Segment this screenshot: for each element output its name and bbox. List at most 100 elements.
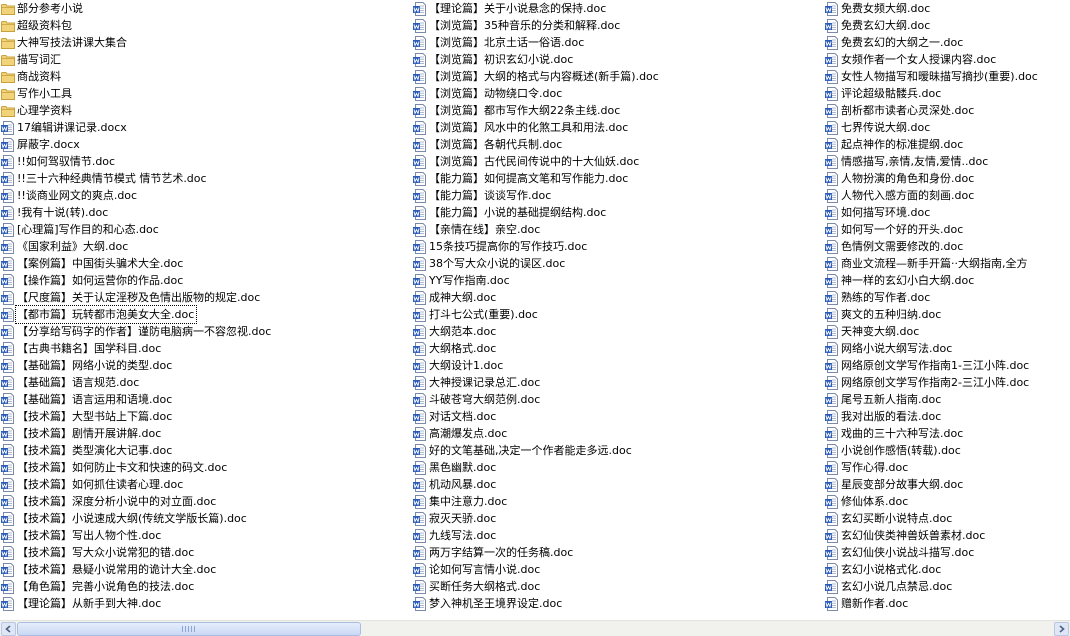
file-item[interactable]: 大纲范本.doc (412, 323, 661, 340)
folder-item[interactable]: 商战资料 (0, 68, 273, 85)
file-item[interactable]: 【浏览篇】都市写作大纲22条主线.doc (412, 102, 661, 119)
file-item[interactable]: 【技术篇】如何抓住读者心理.doc (0, 476, 273, 493)
file-item[interactable]: 评论超级骷髅兵.doc (824, 85, 1040, 102)
file-item[interactable]: 天神变大纲.doc (824, 323, 1040, 340)
file-item[interactable]: 大纲设计1.doc (412, 357, 661, 374)
file-item[interactable]: 【浏览篇】初识玄幻小说.doc (412, 51, 661, 68)
file-item[interactable]: 起点神作的标准提纲.doc (824, 136, 1040, 153)
file-item[interactable]: 寂灭天骄.doc (412, 510, 661, 527)
file-item[interactable]: 神一样的玄幻小白大纲.doc (824, 272, 1040, 289)
file-item[interactable]: 【亲情在线】亲空.doc (412, 221, 661, 238)
file-item[interactable]: 【基础篇】语言运用和语境.doc (0, 391, 273, 408)
file-item[interactable]: 买断任务大纲格式.doc (412, 578, 661, 595)
file-item[interactable]: 人物代入感方面的刻画.doc (824, 187, 1040, 204)
file-item[interactable]: 网络小说大纲写法.doc (824, 340, 1040, 357)
file-item[interactable]: 免费玄幻大纲.doc (824, 17, 1040, 34)
file-item[interactable]: 【技术篇】深度分析小说中的对立面.doc (0, 493, 273, 510)
file-item[interactable]: 免费女频大纲.doc (824, 0, 1040, 17)
file-item[interactable]: 写作心得.doc (824, 459, 1040, 476)
file-item[interactable]: [心理篇]写作目的和心态.doc (0, 221, 273, 238)
file-item[interactable]: 人物扮演的角色和身份.doc (824, 170, 1040, 187)
file-item[interactable]: 我对出版的看法.doc (824, 408, 1040, 425)
file-item[interactable]: 【技术篇】大型书站上下篇.doc (0, 408, 273, 425)
file-item[interactable]: 小说创作感悟(转载).doc (824, 442, 1040, 459)
file-item[interactable]: 星辰变部分故事大纲.doc (824, 476, 1040, 493)
file-item[interactable]: 【技术篇】写大众小说常犯的错.doc (0, 544, 273, 561)
scroll-right-button[interactable] (1054, 622, 1069, 636)
file-item[interactable]: 大纲格式.doc (412, 340, 661, 357)
file-item[interactable]: 【技术篇】如何防止卡文和快速的码文.doc (0, 459, 273, 476)
file-item[interactable]: 对话文档.doc (412, 408, 661, 425)
file-item[interactable]: !!如何驾驭情节.doc (0, 153, 273, 170)
file-item[interactable]: 【能力篇】谈谈写作.doc (412, 187, 661, 204)
folder-item[interactable]: 描写词汇 (0, 51, 273, 68)
file-item[interactable]: 《国家利益》大纲.doc (0, 238, 273, 255)
file-item[interactable]: 梦入神机圣王境界设定.doc (412, 595, 661, 612)
file-item[interactable]: 两万字结算一次的任务稿.doc (412, 544, 661, 561)
file-item[interactable]: 赠新作者.doc (824, 595, 1040, 612)
file-item[interactable]: !我有十说(转).doc (0, 204, 273, 221)
file-item[interactable]: 情感描写,亲情,友情,爱情..doc (824, 153, 1040, 170)
file-item[interactable]: 【能力篇】如何提高文笔和写作能力.doc (412, 170, 661, 187)
file-item[interactable]: 【理论篇】关于小说悬念的保持.doc (412, 0, 661, 17)
file-item[interactable]: 玄幻买断小说特点.doc (824, 510, 1040, 527)
file-item[interactable]: 修仙体系.doc (824, 493, 1040, 510)
file-item[interactable]: YY写作指南.doc (412, 272, 661, 289)
file-item[interactable]: 如何写一个好的开头.doc (824, 221, 1040, 238)
file-item[interactable]: 黑色幽默.doc (412, 459, 661, 476)
file-item[interactable]: 打斗七公式(重要).doc (412, 306, 661, 323)
file-item[interactable]: 【分享给写码字的作者】谨防电脑病一不容忽视.doc (0, 323, 273, 340)
file-item[interactable]: 集中注意力.doc (412, 493, 661, 510)
file-item[interactable]: 【浏览篇】古代民间传说中的十大仙妖.doc (412, 153, 661, 170)
file-item[interactable]: 【能力篇】小说的基础提纲结构.doc (412, 204, 661, 221)
file-item[interactable]: 大神授课记录总汇.doc (412, 374, 661, 391)
file-item[interactable]: !!谈商业网文的爽点.doc (0, 187, 273, 204)
folder-item[interactable]: 超级资料包 (0, 17, 273, 34)
file-item[interactable]: 玄幻仙侠小说战斗描写.doc (824, 544, 1040, 561)
file-item[interactable]: 玄幻仙侠类神兽妖兽素材.doc (824, 527, 1040, 544)
file-item[interactable]: 【案例篇】中国街头骗术大全.doc (0, 255, 273, 272)
file-item[interactable]: 如何描写环境.doc (824, 204, 1040, 221)
file-item[interactable]: 网络原创文学写作指南2-三江小阵.doc (824, 374, 1040, 391)
file-item[interactable]: 斗破苍穹大纲范例.doc (412, 391, 661, 408)
file-item[interactable]: 玄幻小说几点禁忌.doc (824, 578, 1040, 595)
file-item[interactable]: 【浏览篇】35种音乐的分类和解释.doc (412, 17, 661, 34)
file-item[interactable]: 【古典书籍名】国学科目.doc (0, 340, 273, 357)
file-item[interactable]: 女性人物描写和暧昧描写摘抄(重要).doc (824, 68, 1040, 85)
file-item[interactable]: 【都市篇】玩转都市泡美女大全.doc (0, 305, 273, 324)
file-item[interactable]: 女频作者一个女人授课内容.doc (824, 51, 1040, 68)
file-item[interactable]: 【尺度篇】关于认定淫秽及色情出版物的规定.doc (0, 289, 273, 306)
file-item[interactable]: !!三十六种经典情节模式 情节艺术.doc (0, 170, 273, 187)
file-item[interactable]: 【操作篇】如何运营你的作品.doc (0, 272, 273, 289)
file-item[interactable]: 尾号五新人指南.doc (824, 391, 1040, 408)
file-item[interactable]: 【技术篇】小说速成大纲(传统文学版长篇).doc (0, 510, 273, 527)
file-item[interactable]: 屏蔽字.docx (0, 136, 273, 153)
file-item[interactable]: 【浏览篇】风水中的化煞工具和用法.doc (412, 119, 661, 136)
file-item[interactable]: 【技术篇】剧情开展讲解.doc (0, 425, 273, 442)
file-item[interactable]: 【基础篇】网络小说的类型.doc (0, 357, 273, 374)
file-item[interactable]: 【浏览篇】动物绕口令.doc (412, 85, 661, 102)
folder-item[interactable]: 部分参考小说 (0, 0, 273, 17)
file-item[interactable]: 熟练的写作者.doc (824, 289, 1040, 306)
folder-item[interactable]: 大神写技法讲课大集合 (0, 34, 273, 51)
file-item[interactable]: 【浏览篇】大纲的格式与内容概述(新手篇).doc (412, 68, 661, 85)
file-item[interactable]: 【技术篇】类型演化大记事.doc (0, 442, 273, 459)
file-item[interactable]: 【技术篇】写出人物个性.doc (0, 527, 273, 544)
file-item[interactable]: 好的文笔基础,决定一个作者能走多远.doc (412, 442, 661, 459)
folder-item[interactable]: 心理学资料 (0, 102, 273, 119)
file-item[interactable]: 爽文的五种归纳.doc (824, 306, 1040, 323)
scroll-left-button[interactable] (1, 622, 16, 636)
file-item[interactable]: 【理论篇】从新手到大神.doc (0, 595, 273, 612)
file-item[interactable]: 15条技巧提高你的写作技巧.doc (412, 238, 661, 255)
horizontal-scrollbar[interactable] (0, 620, 1070, 636)
file-item[interactable]: 色情例文需要修改的.doc (824, 238, 1040, 255)
file-item[interactable]: 九线写法.doc (412, 527, 661, 544)
file-item[interactable]: 商业文流程—新手开篇··大纲指南,全方 (824, 255, 1040, 272)
file-item[interactable]: 机动风暴.doc (412, 476, 661, 493)
scrollbar-thumb[interactable] (17, 622, 361, 636)
file-item[interactable]: 玄幻小说格式化.doc (824, 561, 1040, 578)
file-item[interactable]: 戏曲的三十六种写法.doc (824, 425, 1040, 442)
file-item[interactable]: 38个写大众小说的误区.doc (412, 255, 661, 272)
file-item[interactable]: 17编辑讲课记录.docx (0, 119, 273, 136)
file-item[interactable]: 成神大纲.doc (412, 289, 661, 306)
